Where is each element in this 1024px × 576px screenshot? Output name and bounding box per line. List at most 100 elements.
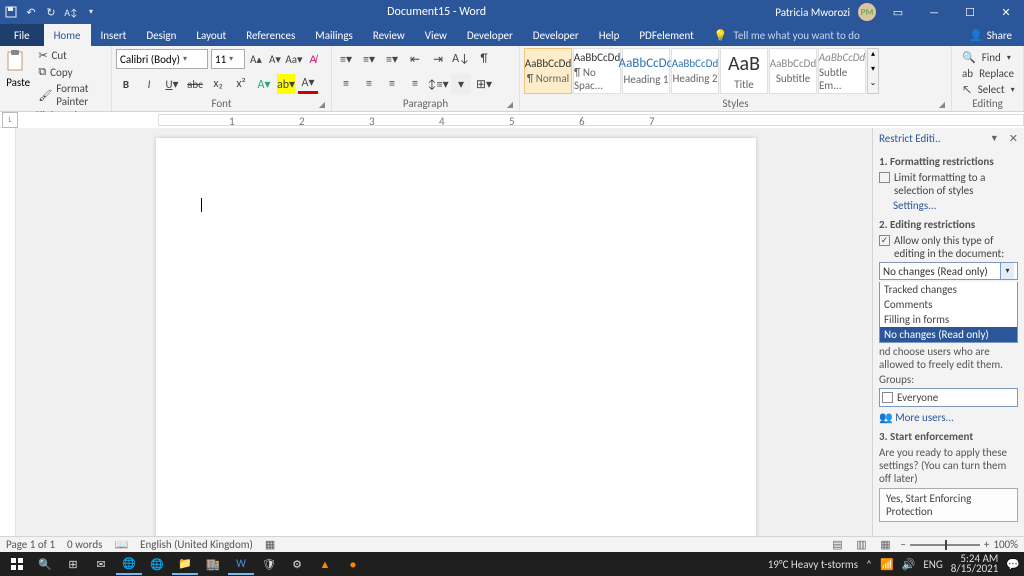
start-icon[interactable] xyxy=(4,553,30,575)
font-size-combo[interactable]: 11▾ xyxy=(211,49,245,69)
page[interactable] xyxy=(156,138,756,536)
more-users-link[interactable]: 👥 More users... xyxy=(879,411,1018,424)
print-layout-icon[interactable]: ▥ xyxy=(852,538,870,552)
editing-type-dropdown[interactable]: No changes (Read only)▾ xyxy=(879,262,1018,280)
taskbar-app[interactable]: ⚙ xyxy=(284,553,310,575)
tab-developer[interactable]: Developer xyxy=(457,24,523,46)
everyone-checkbox[interactable]: Everyone xyxy=(882,391,1015,404)
zoom-in-icon[interactable]: + xyxy=(984,538,989,551)
paste-button[interactable]: Paste xyxy=(4,48,32,89)
lang-indicator[interactable]: ENG xyxy=(923,558,942,571)
pane-close-icon[interactable]: ✕ xyxy=(1009,132,1018,145)
style-title[interactable]: AaBTitle xyxy=(720,48,768,94)
tab-insert[interactable]: Insert xyxy=(91,24,137,46)
style-subtle-em[interactable]: AaBbCcDdSubtle Em... xyxy=(818,48,866,94)
volume-icon[interactable]: 🔊 xyxy=(902,558,916,571)
taskbar-app[interactable]: ✉ xyxy=(88,553,114,575)
highlight-icon[interactable]: ab▾ xyxy=(277,74,295,94)
search-icon[interactable]: 🔍 xyxy=(32,553,58,575)
find-button[interactable]: 🔍Find▾ xyxy=(956,50,1021,65)
task-view-icon[interactable]: ⊞ xyxy=(60,553,86,575)
numbering-icon[interactable]: ≡▾ xyxy=(359,49,379,69)
weather-widget[interactable]: 19°C Heavy t-storms xyxy=(768,558,858,571)
font-color-icon[interactable]: A▾ xyxy=(298,74,318,94)
borders-icon[interactable]: ⊞▾ xyxy=(474,74,494,94)
ribbon-display-icon[interactable]: ▭ xyxy=(884,0,912,24)
align-center-icon[interactable]: ≡ xyxy=(359,74,379,94)
shading-icon[interactable]: ▾ xyxy=(451,74,471,94)
taskbar-app[interactable]: 🛡 xyxy=(256,553,282,575)
tab-home[interactable]: Home xyxy=(44,24,91,46)
taskbar-app[interactable]: 🏬 xyxy=(200,553,226,575)
touch-mode-icon[interactable]: A↕ xyxy=(64,5,78,19)
pane-options-icon[interactable]: ▼ xyxy=(990,133,999,144)
subscript-icon[interactable]: x₂ xyxy=(208,74,228,94)
limit-formatting-checkbox[interactable]: Limit formatting to a selection of style… xyxy=(879,171,1018,197)
spellcheck-icon[interactable]: 📖 xyxy=(114,538,128,551)
sort-icon[interactable]: A↓ xyxy=(451,49,471,69)
zoom-out-icon[interactable]: − xyxy=(900,538,905,551)
style-subtitle[interactable]: AaBbCcDdSubtitle xyxy=(769,48,817,94)
read-mode-icon[interactable]: ▤ xyxy=(828,538,846,552)
tell-me[interactable]: 💡Tell me what you want to do xyxy=(704,24,870,46)
tab-review[interactable]: Review xyxy=(363,24,415,46)
page-indicator[interactable]: Page 1 of 1 xyxy=(6,538,55,551)
undo-icon[interactable]: ↶ xyxy=(24,5,38,19)
settings-link[interactable]: Settings... xyxy=(893,199,1018,212)
document-area[interactable] xyxy=(16,128,872,536)
user-name[interactable]: Patricia Mworozi xyxy=(775,6,850,19)
style-normal[interactable]: AaBbCcDd¶ Normal xyxy=(524,48,572,94)
style-heading2[interactable]: AaBbCcDdHeading 2 xyxy=(671,48,719,94)
tab-layout[interactable]: Layout xyxy=(186,24,236,46)
wifi-icon[interactable]: 📶 xyxy=(880,558,894,571)
align-right-icon[interactable]: ≡ xyxy=(382,74,402,94)
cut-button[interactable]: ✂Cut xyxy=(34,48,107,63)
select-button[interactable]: ↖Select▾ xyxy=(956,82,1021,97)
option-tracked[interactable]: Tracked changes xyxy=(880,282,1017,297)
superscript-icon[interactable]: x² xyxy=(231,74,251,94)
format-painter-button[interactable]: 🖌Format Painter xyxy=(34,81,107,109)
tab-pdfelement[interactable]: PDFelement xyxy=(629,24,703,46)
style-nospacing[interactable]: AaBbCcDd¶ No Spac... xyxy=(573,48,621,94)
minimize-icon[interactable]: — xyxy=(920,0,948,24)
show-marks-icon[interactable]: ¶ xyxy=(474,49,494,69)
share-button[interactable]: 👤Share xyxy=(957,24,1024,46)
bold-icon[interactable]: B xyxy=(116,74,136,94)
qat-dropdown-icon[interactable]: ▾ xyxy=(84,5,98,19)
tab-help[interactable]: Help xyxy=(589,24,630,46)
macro-icon[interactable]: ▦ xyxy=(265,538,275,551)
tab-references[interactable]: References xyxy=(236,24,305,46)
taskbar-app[interactable]: ▲ xyxy=(312,553,338,575)
dialog-launcher-icon[interactable]: ◢ xyxy=(507,100,513,110)
italic-icon[interactable]: I xyxy=(139,74,159,94)
taskbar-word-icon[interactable]: W xyxy=(228,553,254,575)
file-tab[interactable]: File xyxy=(0,24,44,46)
avatar[interactable]: PM xyxy=(858,3,876,21)
save-icon[interactable] xyxy=(4,5,18,19)
close-icon[interactable]: ✕ xyxy=(992,0,1020,24)
tab-view[interactable]: View xyxy=(415,24,457,46)
justify-icon[interactable]: ≡ xyxy=(405,74,425,94)
tab-mailings[interactable]: Mailings xyxy=(305,24,363,46)
style-heading1[interactable]: AaBbCcDdHeading 1 xyxy=(622,48,670,94)
copy-button[interactable]: ⧉Copy xyxy=(34,64,107,80)
tray-chevron-icon[interactable]: ˄ xyxy=(866,558,872,571)
change-case-icon[interactable]: Aa▾ xyxy=(286,50,302,68)
word-count[interactable]: 0 words xyxy=(67,538,102,551)
zoom-control[interactable]: − + 100% xyxy=(900,538,1018,551)
allow-editing-checkbox[interactable]: ✓Allow only this type of editing in the … xyxy=(879,234,1018,260)
tab-design[interactable]: Design xyxy=(136,24,186,46)
language-indicator[interactable]: English (United Kingdom) xyxy=(140,538,253,551)
horizontal-ruler[interactable]: 1234567 xyxy=(18,112,1024,128)
redo-icon[interactable]: ↻ xyxy=(44,5,58,19)
option-comments[interactable]: Comments xyxy=(880,297,1017,312)
notifications-icon[interactable]: 💬 xyxy=(1006,558,1020,571)
taskbar-app[interactable]: 🌐 xyxy=(144,553,170,575)
zoom-slider[interactable] xyxy=(910,544,980,546)
bullets-icon[interactable]: ≡▾ xyxy=(336,49,356,69)
font-name-combo[interactable]: Calibri (Body)▾ xyxy=(116,49,208,69)
underline-icon[interactable]: U▾ xyxy=(162,74,182,94)
shrink-font-icon[interactable]: A▾ xyxy=(267,50,283,68)
dialog-launcher-icon[interactable]: ◢ xyxy=(939,100,945,110)
taskbar-app[interactable]: ● xyxy=(340,553,366,575)
